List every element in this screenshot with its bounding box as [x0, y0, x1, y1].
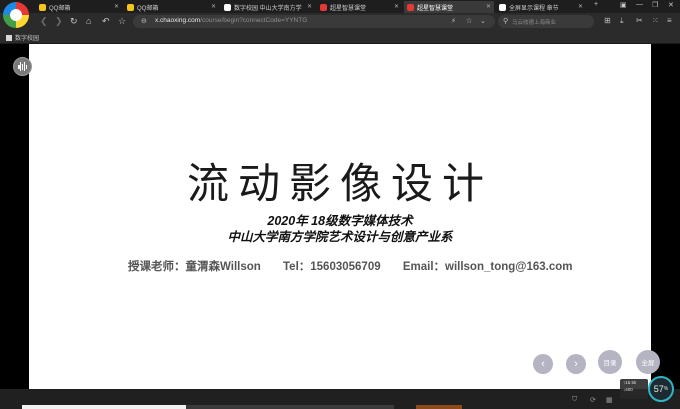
next-slide-button[interactable]: › — [566, 354, 586, 374]
close-window-button[interactable]: ✕ — [668, 1, 674, 9]
tab-favicon-icon — [407, 3, 414, 11]
undo-icon[interactable]: ↶ — [102, 15, 110, 27]
tab-close-icon[interactable]: ✕ — [578, 3, 583, 10]
minimize-button[interactable]: — — [636, 1, 643, 8]
shield-icon[interactable]: ⛉ — [572, 396, 577, 404]
tab-close-icon[interactable]: ✕ — [307, 3, 312, 10]
progress-track — [186, 405, 394, 409]
teacher-name: 授课老师：童渭森Willson — [128, 261, 261, 273]
browser-tab[interactable]: 超星智慧课堂 ✕ — [317, 1, 402, 13]
new-tab-button[interactable]: + — [594, 1, 598, 8]
tab-close-icon[interactable]: ✕ — [211, 3, 216, 10]
page-icon — [6, 34, 12, 41]
presentation-stage: 流动影像设计 2020年 18级数字媒体技术 中山大学南方学院艺术设计与创意产业… — [0, 44, 680, 404]
tab-favicon-icon — [39, 3, 46, 11]
home-icon[interactable]: ⌂ — [86, 15, 91, 27]
tab-close-icon[interactable]: ✕ — [394, 3, 399, 10]
teacher-email: Email：willson_tong@163.com — [402, 261, 573, 273]
browser-tab[interactable]: QQ邮箱 ✕ — [124, 1, 219, 13]
dropdown-icon[interactable]: ⌄ — [480, 17, 486, 25]
tab-close-icon[interactable]: ✕ — [114, 3, 119, 10]
slide-subtitle-line2: 中山大学南方学院艺术设计与创意产业系 — [227, 230, 453, 244]
slide-title: 流动影像设计 — [186, 159, 493, 208]
tab-title: 数字校园 中山大学南方学 — [234, 5, 302, 12]
download-icon[interactable]: ⤓ — [620, 16, 624, 26]
browser-logo[interactable] — [3, 2, 29, 28]
browser-tab[interactable]: QQ邮箱 ✕ — [36, 1, 122, 13]
browser-tab[interactable]: 超星智慧课堂 ✕ — [404, 1, 494, 13]
tab-title: QQ邮箱 — [137, 5, 159, 12]
instructor-info: 授课老师：童渭森Willson Tel：15603056709 Email：wi… — [128, 258, 573, 274]
browser-tab[interactable]: 数字校园 中山大学南方学 ✕ — [221, 1, 315, 13]
apps-icon[interactable]: ⁙ — [652, 16, 659, 26]
address-url[interactable]: x.chaoxing.com/course/begin?connectCode=… — [155, 17, 307, 24]
tab-favicon-icon — [224, 3, 231, 11]
lock-icon: ⊖ — [141, 18, 147, 25]
star-icon[interactable]: ☆ — [118, 15, 126, 27]
scissors-icon[interactable]: ✂ — [636, 16, 643, 26]
bookmarks-bar: 数字校园 — [0, 30, 680, 44]
back-button[interactable]: ❮ — [40, 15, 48, 27]
address-bar[interactable]: ⊖ x.chaoxing.com/course/begin?connectCod… — [133, 15, 495, 28]
tab-title: 超星智慧课堂 — [417, 5, 454, 12]
reload-button[interactable]: ↻ — [70, 15, 78, 27]
catalog-button[interactable]: 目录 — [598, 350, 622, 374]
fullscreen-button[interactable]: 全屏 — [636, 350, 660, 374]
browser-toolbar: ❮ ❯ ↻ ⌂ ↶ ☆ ⊖ x.chaoxing.com/course/begi… — [0, 13, 680, 30]
progress-marker — [416, 405, 462, 409]
tab-bar: QQ邮箱 ✕ QQ邮箱 ✕ 数字校园 中山大学南方学 ✕ 超星智慧课堂 ✕ 超星智慧课堂 ✕ 全屏显… — [0, 0, 680, 13]
tab-close-icon[interactable]: ✕ — [486, 3, 491, 10]
extensions-icon[interactable]: ▣ — [620, 1, 627, 9]
progress-bar — [22, 405, 186, 409]
tab-title: QQ邮箱 — [49, 5, 71, 12]
sync-icon[interactable]: ⟳ — [590, 396, 596, 404]
menu-icon[interactable]: ≡ — [667, 16, 672, 26]
browser-tab[interactable]: 全屏显示课程 章节 ✕ — [496, 1, 586, 13]
grid-icon[interactable]: ⊞ — [604, 16, 611, 26]
forward-button[interactable]: ❯ — [55, 15, 63, 27]
search-placeholder: 马云收德上海商业 — [512, 20, 557, 26]
tray-apps-icon[interactable]: ▦ — [606, 396, 613, 404]
teacher-tel: Tel：15603056709 — [283, 261, 381, 273]
bookmark-star-icon[interactable]: ☆ — [466, 17, 472, 25]
tab-favicon-icon — [127, 3, 134, 11]
bookmark-item[interactable]: 数字校园 — [6, 33, 39, 42]
performance-gauge[interactable]: 57% — [648, 376, 674, 402]
side-panel-toggle[interactable] — [13, 57, 32, 76]
tab-favicon-icon — [320, 3, 327, 11]
tab-title: 超星智慧课堂 — [330, 5, 367, 12]
tab-favicon-icon — [499, 3, 506, 11]
search-box[interactable]: ⚲ 马云收德上海商业 — [498, 15, 594, 28]
tab-title: 全屏显示课程 章节 — [509, 5, 559, 12]
prev-slide-button[interactable]: ‹ — [533, 354, 553, 374]
network-speed: ↑16.5k ↓400 — [620, 379, 648, 399]
search-icon: ⚲ — [503, 18, 509, 25]
lightning-icon[interactable]: ⚡ — [451, 17, 456, 25]
slide: 流动影像设计 2020年 18级数字媒体技术 中山大学南方学院艺术设计与创意产业… — [29, 44, 651, 392]
maximize-button[interactable]: ❐ — [652, 1, 658, 9]
bars-icon — [18, 62, 27, 71]
